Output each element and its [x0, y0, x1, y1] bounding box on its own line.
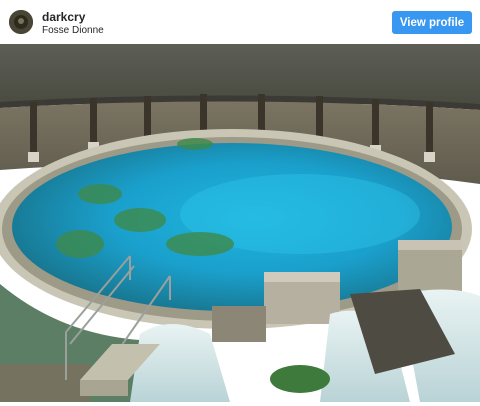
post-photo: [0, 44, 480, 402]
location-label[interactable]: Fosse Dionne: [42, 25, 104, 36]
view-profile-button[interactable]: View profile: [392, 11, 472, 34]
post-header: darkcry Fosse Dionne View profile: [0, 0, 480, 44]
bottom-border: [0, 402, 480, 406]
avatar[interactable]: [9, 10, 33, 34]
username[interactable]: darkcry: [42, 10, 85, 24]
fosse-dionne-photo: [0, 44, 480, 402]
